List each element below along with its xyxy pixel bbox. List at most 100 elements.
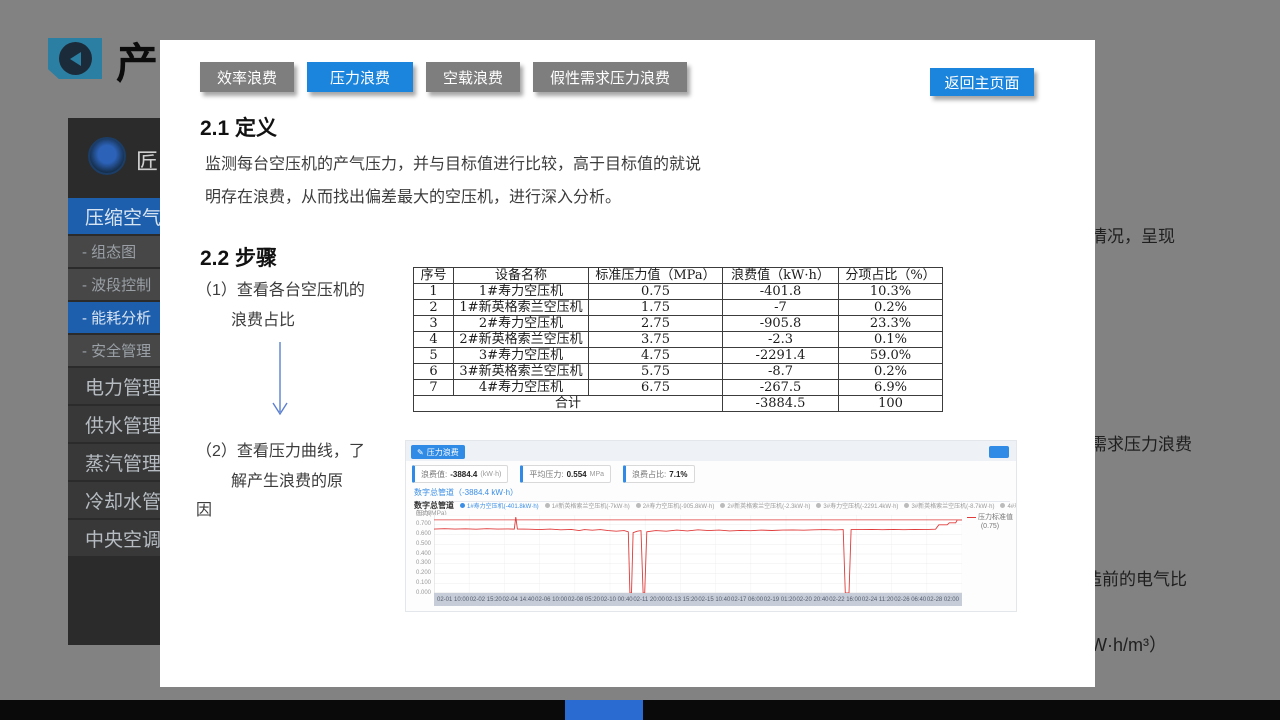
legend-item[interactable]: 3#新英格索兰空压机(-8.7kW·h) <box>904 501 994 510</box>
definition-line-2: 明存在浪费，从而找出偏差最大的空压机，进行深入分析。 <box>205 189 621 206</box>
table-cell: -7 <box>723 300 839 316</box>
waste-table: 序号设备名称标准压力值（MPa）浪费值（kW·h）分项占比（%）11#寿力空压机… <box>413 267 943 412</box>
table-cell: 4.75 <box>589 348 723 364</box>
x-tick: 02-20 20:40 <box>796 597 828 603</box>
x-tick: 02-13 15:20 <box>666 597 698 603</box>
legend-dot-icon <box>816 503 821 508</box>
app-logo-icon <box>88 137 126 175</box>
table-header-cell: 设备名称 <box>454 268 589 284</box>
table-cell: 1.75 <box>589 300 723 316</box>
x-tick: 02-19 01:20 <box>764 597 796 603</box>
step2-text: 因 <box>196 496 212 520</box>
table-cell: 1#新英格索兰空压机 <box>454 300 589 316</box>
screen: 产品 匠 压缩空气- 组态图- 波段控制- 能耗分析- 安全管理电力管理供水管理… <box>0 0 1280 720</box>
step1-text: 浪费占比 <box>231 306 295 330</box>
table-cell: 3.75 <box>589 332 723 348</box>
section-title-definition: 2.1 定义 <box>200 112 277 142</box>
legend-item-label: 4#寿力空压机(-267.5kW·h) <box>1007 501 1017 510</box>
stat-unit: (kW·h) <box>480 471 501 478</box>
table-cell: -905.8 <box>723 316 839 332</box>
legend-item-label: 1#新英格索兰空压机(-7kW·h) <box>552 501 630 510</box>
background-text-fragment: W·h/m³） <box>1090 631 1167 657</box>
table-cell: 2.75 <box>589 316 723 332</box>
pressure-line-chart <box>434 515 962 593</box>
table-cell: 10.3% <box>839 284 943 300</box>
y-tick: 0.200 <box>406 570 431 576</box>
stat-label: 平均压力: <box>529 469 563 480</box>
table-header-row: 序号设备名称标准压力值（MPa）浪费值（kW·h）分项占比（%） <box>414 268 943 284</box>
x-tick: 02-02 15:20 <box>470 597 502 603</box>
table-header-cell: 标准压力值（MPa） <box>589 268 723 284</box>
reference-line-label: 压力标准值 (0.75) <box>964 513 1016 531</box>
table-cell: -2291.4 <box>723 348 839 364</box>
table-row: 74#寿力空压机6.75-267.56.9% <box>414 380 943 396</box>
table-cell: 6.75 <box>589 380 723 396</box>
step1-text: （1）查看各台空压机的 <box>196 276 365 300</box>
legend-dot-icon <box>636 503 641 508</box>
table-cell: 6 <box>414 364 454 380</box>
legend-item[interactable]: 1#寿力空压机(-401.8kW·h) <box>460 501 539 510</box>
screenshot-corner-button[interactable] <box>989 446 1009 458</box>
table-total-row: 合计-3884.5100 <box>414 396 943 412</box>
content-panel: 效率浪费压力浪费空载浪费假性需求压力浪费 返回主页面 2.1 定义 监测每台空压… <box>160 40 1095 687</box>
x-tick: 02-01 10:00 <box>437 597 469 603</box>
legend-item[interactable]: 3#寿力空压机(-2291.4kW·h) <box>816 501 898 510</box>
table-header-cell: 序号 <box>414 268 454 284</box>
back-triangle-icon <box>70 52 81 66</box>
table-cell: 59.0% <box>839 348 943 364</box>
x-tick: 02-22 16:00 <box>829 597 861 603</box>
legend-dot-icon <box>720 503 725 508</box>
table-row: 42#新英格索兰空压机3.75-2.30.1% <box>414 332 943 348</box>
x-tick: 02-26 06:40 <box>894 597 926 603</box>
tab-4[interactable]: 假性需求压力浪费 <box>533 62 687 92</box>
bottom-bar-highlight <box>565 700 643 720</box>
stat-row: 浪费值:-3884.4(kW·h)平均压力:0.554MPa浪费占比:7.1% <box>412 465 695 483</box>
x-tick: 02-11 20:00 <box>633 597 665 603</box>
table-row: 63#新英格索兰空压机5.75-8.70.2% <box>414 364 943 380</box>
back-icon[interactable] <box>48 38 102 79</box>
y-tick: 0.100 <box>406 580 431 586</box>
table-row: 53#寿力空压机4.75-2291.459.0% <box>414 348 943 364</box>
stat-box: 浪费占比:7.1% <box>623 465 694 483</box>
table-cell: 7 <box>414 380 454 396</box>
table-cell: 2 <box>414 300 454 316</box>
table-cell: 0.2% <box>839 364 943 380</box>
stat-value: -3884.4 <box>450 470 477 479</box>
y-axis-ticks: 0.8000.7000.6000.5000.4000.3000.2000.100… <box>406 511 431 596</box>
chart-legend: 数字总管道 1#寿力空压机(-401.8kW·h)1#新英格索兰空压机(-7kW… <box>414 500 1017 511</box>
legend-dot-icon <box>904 503 909 508</box>
background-text-fragment: 情况，呈现 <box>1090 222 1175 247</box>
table-cell: 4#寿力空压机 <box>454 380 589 396</box>
red-dash-icon <box>967 517 976 518</box>
y-tick: 0.600 <box>406 531 431 537</box>
stat-value: 0.554 <box>567 470 587 479</box>
table-cell: -267.5 <box>723 380 839 396</box>
x-tick: 02-24 11:20 <box>862 597 894 603</box>
table-cell: 0.1% <box>839 332 943 348</box>
legend-dot-icon <box>545 503 550 508</box>
screenshot-tab[interactable]: ✎ 压力浪费 <box>411 445 465 459</box>
table-cell: -3884.5 <box>723 396 839 412</box>
legend-dot-icon <box>1000 503 1005 508</box>
table-cell: 0.75 <box>589 284 723 300</box>
legend-item[interactable]: 4#寿力空压机(-267.5kW·h) <box>1000 501 1017 510</box>
stat-label: 浪费占比: <box>632 469 666 480</box>
legend-item[interactable]: 1#新英格索兰空压机(-7kW·h) <box>545 501 630 510</box>
x-axis-ticks[interactable]: 02-01 10:0002-02 15:2002-04 14:4002-06 1… <box>434 593 962 606</box>
stat-box: 平均压力:0.554MPa <box>520 465 611 483</box>
table-cell: 3 <box>414 316 454 332</box>
table-cell: 5.75 <box>589 364 723 380</box>
legend-item[interactable]: 2#新英格索兰空压机(-2.3kW·h) <box>720 501 810 510</box>
table-row: 21#新英格索兰空压机1.75-70.2% <box>414 300 943 316</box>
definition-text: 监测每台空压机的产气压力，并与目标值进行比较，高于目标值的就说 明存在浪费，从而… <box>205 148 701 214</box>
tab-3[interactable]: 空载浪费 <box>426 62 520 92</box>
legend-item-label: 3#新英格索兰空压机(-8.7kW·h) <box>911 501 994 510</box>
down-arrow-icon <box>268 340 292 424</box>
y-tick: 0.400 <box>406 551 431 557</box>
return-main-button[interactable]: 返回主页面 <box>930 68 1034 96</box>
table-cell: 0.2% <box>839 300 943 316</box>
tab-1[interactable]: 效率浪费 <box>200 62 294 92</box>
stat-value: 7.1% <box>669 470 687 479</box>
tab-2[interactable]: 压力浪费 <box>307 62 413 92</box>
legend-item[interactable]: 2#寿力空压机(-905.8kW·h) <box>636 501 715 510</box>
